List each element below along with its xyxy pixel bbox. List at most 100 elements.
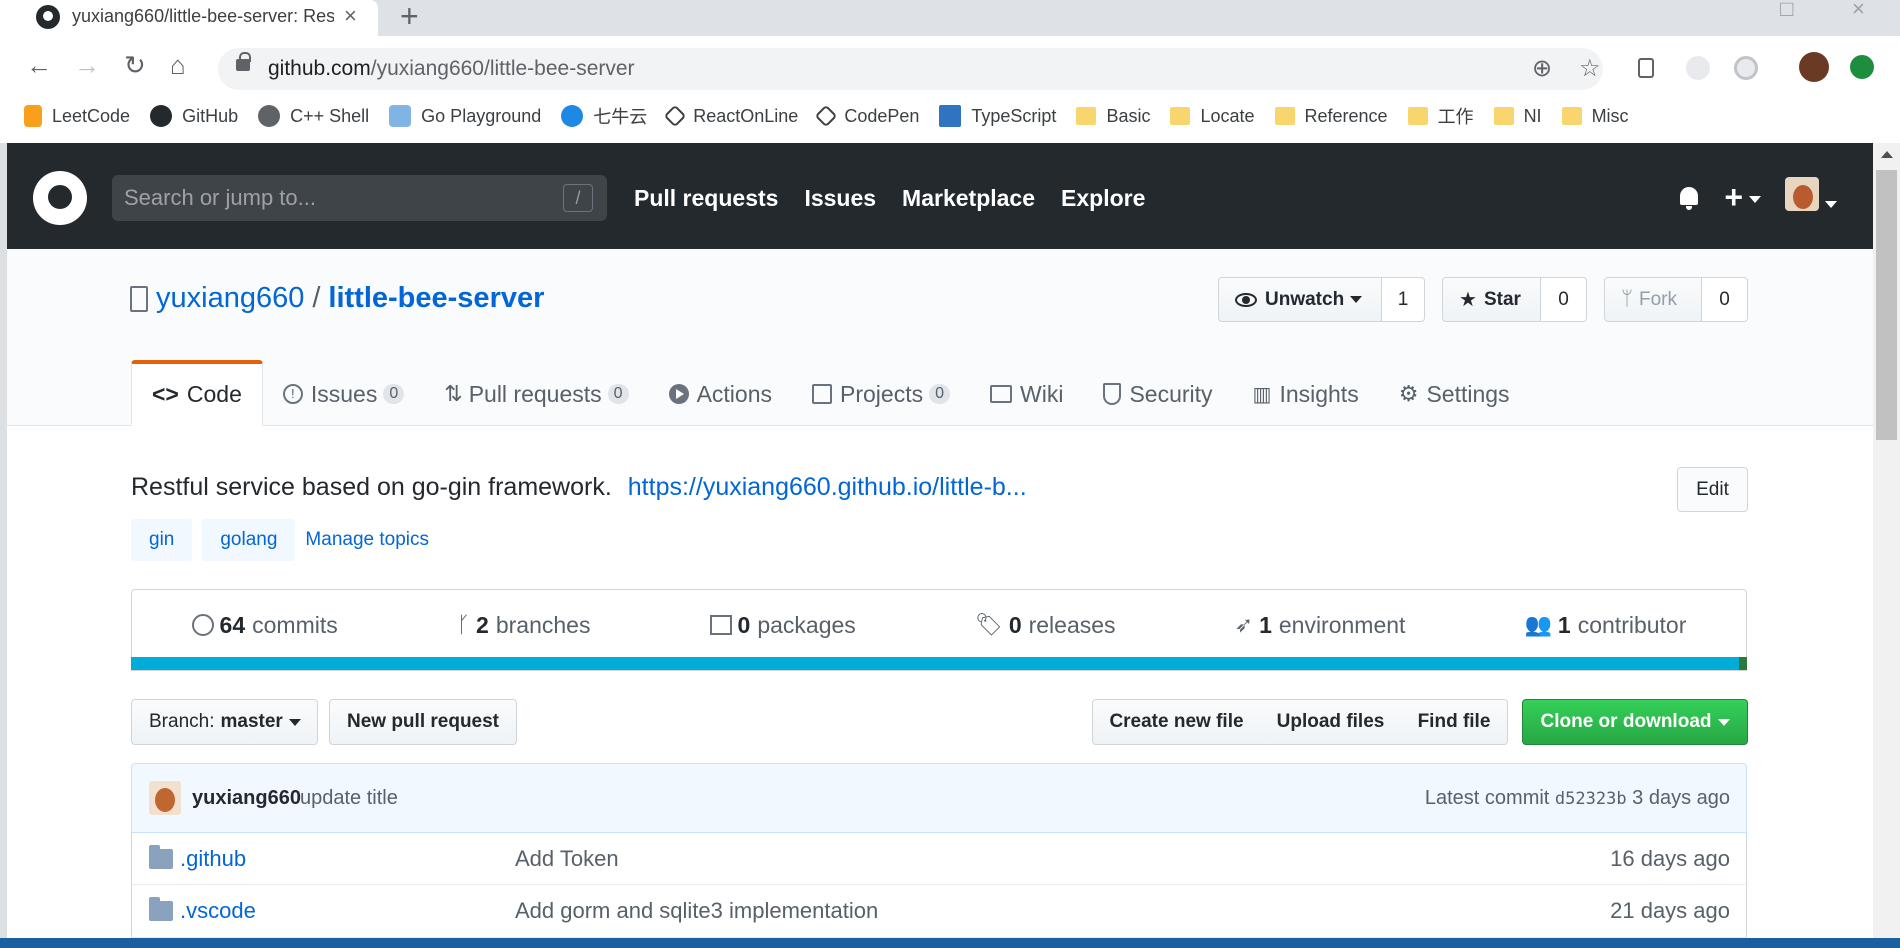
tab-close-icon[interactable]: × — [344, 3, 357, 29]
tab-insights[interactable]: ▥ Insights — [1233, 362, 1379, 426]
tab-label: Settings — [1426, 380, 1510, 407]
tab-code[interactable]: <> Code — [131, 360, 263, 426]
maximize-window-icon[interactable]: □ — [1780, 0, 1793, 22]
repo-nav-tabs: <> Code ! Issues 0 ⇅ Pull requests 0 Actions … — [131, 360, 1530, 426]
commits-link[interactable]: 64 commits — [191, 612, 338, 639]
profile-avatar[interactable] — [1799, 52, 1829, 82]
language-bar[interactable] — [131, 657, 1747, 670]
reload-button[interactable]: ↻ — [124, 50, 146, 81]
clone-or-download-button[interactable]: Clone or download — [1522, 699, 1748, 745]
tab-projects[interactable]: Projects 0 — [792, 362, 970, 426]
bookmark-leetcode[interactable]: LeetCode — [24, 105, 130, 127]
browser-tab[interactable]: yuxiang660/little-bee-server: Restful se… — [0, 0, 378, 36]
manage-topics-link[interactable]: Manage topics — [305, 529, 429, 551]
file-commit-message[interactable]: Add Token — [515, 846, 619, 872]
homepage-link[interactable]: https://yuxiang660.github.io/little-b... — [628, 473, 1027, 501]
bookmark-codepen[interactable]: CodePen — [815, 104, 919, 128]
create-new-button[interactable]: + — [1724, 179, 1761, 216]
bookmark-folder-locate[interactable]: Locate — [1170, 106, 1255, 127]
scroll-up-icon[interactable] — [1881, 151, 1893, 158]
bookmark-go-playground[interactable]: Go Playground — [389, 105, 541, 127]
back-button[interactable]: ← — [26, 50, 52, 81]
contributors-link[interactable]: 👥 1 contributor — [1525, 612, 1687, 639]
edit-description-button[interactable]: Edit — [1677, 467, 1748, 512]
nav-pull-requests[interactable]: Pull requests — [634, 185, 778, 212]
branch-prefix: Branch: — [149, 711, 215, 732]
topic-tag[interactable]: gin — [131, 519, 193, 561]
bookmark-typescript[interactable]: TypeScript — [939, 105, 1056, 127]
nav-issues[interactable]: Issues — [804, 185, 876, 212]
bookmark-cpp-shell[interactable]: C++ Shell — [258, 105, 369, 127]
bookmark-star-icon[interactable]: ☆ — [1579, 54, 1601, 83]
chevron-down-icon — [288, 718, 301, 726]
file-commit-message[interactable]: Add gorm and sqlite3 implementation — [515, 898, 878, 924]
folder-icon — [1407, 107, 1428, 125]
gear-icon: ⚙ — [1398, 381, 1419, 406]
tab-security[interactable]: Security — [1083, 362, 1232, 426]
tab-pull-requests[interactable]: ⇅ Pull requests 0 — [424, 362, 648, 426]
fork-button[interactable]: ᛘ Fork — [1604, 277, 1702, 322]
repo-separator: / — [312, 282, 321, 314]
notification-bell-icon[interactable] — [1678, 185, 1700, 211]
tab-settings[interactable]: ⚙ Settings — [1379, 362, 1530, 426]
extension-cursor-icon[interactable] — [1638, 58, 1654, 78]
avatar[interactable] — [149, 781, 181, 815]
file-name-link[interactable]: .github — [180, 846, 246, 872]
window-left-edge — [0, 143, 7, 938]
watchers-count[interactable]: 1 — [1382, 277, 1425, 322]
bookmark-folder-ni[interactable]: NI — [1493, 106, 1542, 127]
commit-sha-link[interactable]: d52323b — [1555, 789, 1627, 809]
extension-grid-icon[interactable] — [1686, 56, 1710, 80]
packages-link[interactable]: 0 packages — [709, 612, 856, 639]
bookmark-folder-misc[interactable]: Misc — [1561, 106, 1629, 127]
nav-marketplace[interactable]: Marketplace — [902, 185, 1035, 212]
bookmark-qiniu[interactable]: 七牛云 — [561, 103, 647, 129]
topic-tag[interactable]: golang — [202, 519, 296, 561]
address-bar[interactable]: github.com/yuxiang660/little-bee-server … — [218, 48, 1603, 90]
github-logo-icon[interactable] — [33, 171, 87, 225]
zoom-icon[interactable]: ⊕ — [1532, 54, 1552, 83]
tab-label: Code — [186, 381, 242, 407]
extension-target-icon[interactable] — [1734, 56, 1758, 80]
tab-issues[interactable]: ! Issues 0 — [263, 362, 424, 426]
search-input[interactable]: Search or jump to... / — [112, 175, 607, 221]
close-window-icon[interactable]: × — [1852, 0, 1865, 22]
commit-message[interactable]: update title — [300, 787, 398, 810]
bookmark-reactonline[interactable]: ReactOnLine — [663, 104, 798, 128]
scrollbar-thumb[interactable] — [1876, 170, 1897, 440]
bookmarks-bar: LeetCode GitHub C++ Shell Go Playground … — [0, 96, 1900, 136]
create-new-file-button[interactable]: Create new file — [1092, 699, 1261, 745]
new-tab-button[interactable]: + — [400, 0, 419, 35]
repo-owner-link[interactable]: yuxiang660 — [156, 282, 304, 315]
repo-name-link[interactable]: little-bee-server — [328, 282, 544, 315]
tab-actions[interactable]: Actions — [649, 362, 792, 426]
bookmark-github[interactable]: GitHub — [150, 105, 238, 127]
stargazers-count[interactable]: 0 — [1541, 277, 1587, 322]
rocket-icon: ➶ — [1234, 612, 1254, 637]
environment-count: 1 — [1259, 611, 1272, 638]
nav-explore[interactable]: Explore — [1061, 185, 1145, 212]
star-button[interactable]: ★ Star — [1442, 277, 1541, 322]
releases-link[interactable]: 🏷 0 releases — [975, 612, 1116, 639]
unwatch-button[interactable]: Unwatch — [1218, 277, 1382, 322]
environments-link[interactable]: ➶ 1 environment — [1235, 612, 1406, 639]
unwatch-label: Unwatch — [1265, 288, 1345, 310]
bookmark-folder-work[interactable]: 工作 — [1407, 103, 1474, 129]
tab-wiki[interactable]: Wiki — [970, 362, 1083, 426]
user-menu-button[interactable] — [1785, 177, 1837, 218]
branch-select-button[interactable]: Branch: master — [131, 699, 318, 745]
home-button[interactable]: ⌂ — [170, 50, 186, 81]
update-available-icon[interactable] — [1850, 55, 1874, 79]
play-icon — [668, 384, 689, 404]
forward-button[interactable]: → — [74, 50, 100, 81]
vertical-scrollbar[interactable] — [1873, 143, 1900, 938]
upload-files-button[interactable]: Upload files — [1260, 699, 1402, 745]
forks-count[interactable]: 0 — [1702, 277, 1748, 322]
commit-author[interactable]: yuxiang660 — [192, 787, 301, 810]
branches-link[interactable]: ᚴ 2 branches — [457, 612, 591, 639]
file-name-link[interactable]: .vscode — [180, 898, 256, 924]
find-file-button[interactable]: Find file — [1401, 699, 1508, 745]
bookmark-folder-basic[interactable]: Basic — [1076, 106, 1150, 127]
bookmark-folder-reference[interactable]: Reference — [1274, 106, 1388, 127]
new-pull-request-button[interactable]: New pull request — [329, 699, 517, 745]
